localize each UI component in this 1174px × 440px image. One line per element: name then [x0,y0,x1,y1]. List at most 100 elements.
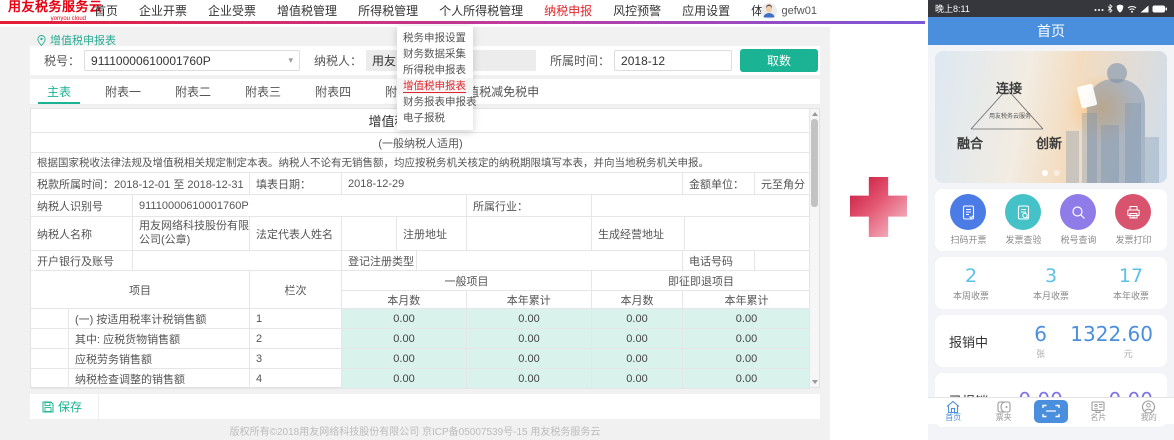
tab-profile[interactable]: 我的 [1129,400,1169,422]
row-value-cell[interactable]: 0.00 [683,369,810,388]
tax-no-value: 91110000610001760P [91,54,211,68]
banner-word-integrate: 融合 [957,133,983,152]
row-value-cell[interactable]: 0.00 [342,309,467,328]
table-row: 应税劳务销售额 3 0.00 0.00 0.00 0.00 [31,349,810,369]
location-pin-icon [37,35,46,46]
tab-invoice-wallet[interactable]: 票夹 [984,400,1024,422]
refund-month-header: 本月数 [592,291,683,308]
scan-button[interactable] [1034,400,1068,423]
row-value-cell[interactable]: 0.00 [467,309,592,328]
row-value-cell[interactable]: 0.00 [467,349,592,368]
carousel-dot-active[interactable] [1042,170,1048,176]
carousel-dot[interactable] [1054,170,1060,176]
industry-label: 所属行业： [467,195,592,216]
menu-item-vat-return[interactable]: 增值税申报表 [397,78,473,94]
businessman-head [1107,63,1127,83]
scroll-up-arrow-icon[interactable] [812,112,818,116]
user-menu[interactable]: gefw01 [761,3,817,19]
row-value-cell[interactable]: 0.00 [592,329,683,348]
bank-label: 开户银行及账号 [31,251,133,270]
tab-home[interactable]: 首页 [933,400,973,422]
reg-type-value [417,251,683,270]
nav-item-invoicing[interactable]: 企业开票 [139,2,187,19]
group-refund-header: 即征即退项目 [592,271,810,291]
shortcut-tax-no-query[interactable]: 税号查询 [1060,194,1096,246]
shortcut-invoice-check[interactable]: 发票查验 [1005,194,1041,246]
row-item: 应税劳务销售额 [69,349,250,368]
nav-item-tax-filing[interactable]: 纳税申报 [544,2,592,19]
menu-item-filing-settings[interactable]: 税务申报设置 [397,30,473,46]
menu-item-income-tax-return[interactable]: 所得税申报表 [397,62,473,78]
businessman-figure [1087,79,1145,183]
save-button-label: 保存 [58,398,82,415]
nav-item-receiving[interactable]: 企业受票 [208,2,256,19]
row-value-cell[interactable]: 0.00 [467,369,592,388]
table-row: (一) 按适用税率计税销售额 1 0.00 0.00 0.00 0.00 [31,309,810,329]
menu-item-e-filing[interactable]: 电子报税 [397,110,473,126]
tab-business-card[interactable]: 名片 [1078,400,1118,422]
reg-type-label: 登记注册类型 [342,251,417,270]
tab-main-sheet[interactable]: 主表 [30,79,88,104]
row-value-cell[interactable]: 0.00 [342,329,467,348]
tax-period-cell: 税款所属时间：2018-12-01 至 2018-12-31 [31,173,250,194]
row-value-cell[interactable]: 0.00 [342,369,467,388]
row-value-cell[interactable]: 0.00 [683,309,810,328]
row-value-cell[interactable]: 0.00 [592,309,683,328]
nav-item-risk-alert[interactable]: 风控预警 [613,2,661,19]
row-value-cell[interactable]: 0.00 [683,349,810,368]
scrollbar-thumb[interactable] [811,119,818,207]
unit-value: 元至角分 [755,173,810,194]
wallet-icon [996,400,1012,414]
vertical-scrollbar[interactable] [809,109,819,387]
row-value-cell[interactable]: 0.00 [467,329,592,348]
nav-item-settings[interactable]: 应用设置 [682,2,730,19]
row-value-cell[interactable]: 0.00 [592,369,683,388]
row-value-cell[interactable]: 0.00 [683,329,810,348]
row-value-cell[interactable]: 0.00 [342,349,467,368]
mobile-header: 首页 [928,17,1174,45]
scroll-down-arrow-icon[interactable] [812,380,818,384]
search-icon [1060,194,1096,230]
bluetooth-icon [1107,4,1113,13]
general-month-header: 本月数 [342,291,467,308]
tab-schedule-3[interactable]: 附表三 [228,79,298,104]
top-nav: 用友税务服务云 yonyou cloud 首页 企业开票 企业受票 增值税管理 … [0,0,925,24]
nav-item-personal-tax[interactable]: 个人所得税管理 [439,2,523,19]
shortcut-invoice-print[interactable]: 发票打印 [1115,194,1151,246]
logo-subtitle: yonyou cloud [8,16,86,22]
fetch-data-button[interactable]: 取数 [740,49,818,72]
signal-icon [1140,5,1149,13]
menu-item-finance-report[interactable]: 财务报表申报表 [397,94,473,110]
banner-word-innovate: 创新 [1036,133,1062,152]
status-bar: 晚上8:11 [928,0,1174,17]
reimbursing-card: 报销中 6 张 1322.60 元 [935,315,1167,367]
row-line: 4 [250,369,342,388]
tax-no-select[interactable]: 91110000610001760P ▾ [84,50,300,71]
menu-item-finance-data[interactable]: 财务数据采集 [397,46,473,62]
tab-schedule-2[interactable]: 附表二 [158,79,228,104]
row-line: 2 [250,329,342,348]
taxpayer-id-label: 纳税人识别号 [31,195,133,216]
nav-item-home[interactable]: 首页 [94,2,118,19]
nav-item-vat[interactable]: 增值税管理 [277,2,337,19]
nav-item-income-tax[interactable]: 所得税管理 [358,2,418,19]
banner-carousel[interactable]: 连接 融合 创新 用友税务云服务 [935,51,1167,183]
shortcut-scan-invoice[interactable]: 扫码开票 [950,194,986,246]
mobile-tab-bar: 首页 票夹 名片 我的 [928,397,1174,424]
row-item: 纳税检查调整的销售额 [69,369,250,388]
stat-week: 2 本周收票 [953,265,989,302]
period-label: 所属时间： [550,52,610,69]
tab-schedule-1[interactable]: 附表一 [88,79,158,104]
report-note: 根据国家税收法律法规及增值税相关规定制定本表。纳税人不论有无销售额，均应按税务机… [31,153,810,172]
unit-label: 金额单位： [683,173,755,194]
stat-month: 3 本月收票 [1033,265,1069,302]
app-logo: 用友税务服务云 yonyou cloud [0,0,86,22]
table-row: 其中: 应税货物销售额 2 0.00 0.00 0.00 0.00 [31,329,810,349]
save-button[interactable]: 保存 [30,394,99,419]
period-input[interactable]: 2018-12 [614,50,732,71]
group-general-header: 一般项目 [342,271,591,291]
tab-schedule-4[interactable]: 附表四 [298,79,368,104]
mobile-app-screen: 晚上8:11 首页 连接 融合 创新 用友税务云服务 [928,0,1174,440]
report-subtitle: (一般纳税人适用) [31,133,810,152]
row-value-cell[interactable]: 0.00 [592,349,683,368]
